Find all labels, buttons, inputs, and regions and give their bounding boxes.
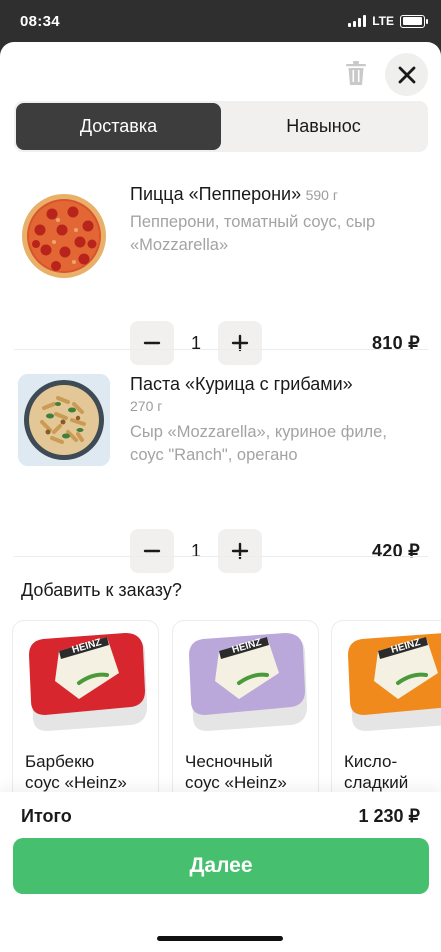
close-button[interactable]: [385, 53, 428, 96]
pepperoni-pizza-image[interactable]: [18, 190, 110, 282]
status-bar: 08:34 LTE: [0, 0, 441, 44]
total-label: Итого: [21, 806, 72, 826]
item-description: Сыр «Mozzarella», куриное филе, соус "Ra…: [130, 423, 387, 464]
quantity-value: 1: [190, 540, 201, 561]
chicken-mushroom-pasta-image[interactable]: [18, 374, 110, 466]
decrease-button[interactable]: [130, 321, 174, 365]
upsell-card[interactable]: HEINZ Чесночный соус «Heinz»: [172, 620, 319, 810]
increase-button[interactable]: [218, 321, 262, 365]
signal-icon: [348, 15, 367, 27]
item-name: Пицца «Пепперони»: [130, 184, 302, 204]
minus-icon: [143, 549, 161, 553]
upsell-item-name: Барбекю соус «Heinz»: [25, 752, 127, 792]
quantity-stepper: 1 810 ₽: [130, 321, 420, 365]
quantity-value: 1: [190, 332, 201, 353]
trash-icon[interactable]: [344, 60, 368, 86]
upsell-card[interactable]: HEINZ Кисло- сладкий «Heinz»: [331, 620, 441, 810]
status-icons: LTE: [348, 14, 428, 28]
close-icon: [398, 66, 415, 83]
sauce-package-image: HEINZ: [29, 633, 147, 731]
item-description: Пепперони, томатный соус, сыр «Mozzarell…: [130, 213, 376, 254]
increase-button[interactable]: [218, 529, 262, 573]
item-weight: 590 г: [305, 187, 338, 203]
sauce-package-image: HEINZ: [189, 633, 307, 731]
total-value: 1 230 ₽: [358, 806, 421, 826]
status-time: 08:34: [20, 13, 60, 30]
upsell-carousel[interactable]: HEINZ Барбекю соус «Heinz» HEINZ Чесночн…: [12, 620, 441, 810]
quantity-stepper: 1 420 ₽: [130, 529, 420, 573]
upsell-title: Добавить к заказу?: [21, 580, 182, 600]
tab-pickup[interactable]: Навынос: [221, 103, 426, 150]
upsell-card[interactable]: HEINZ Барбекю соус «Heinz»: [12, 620, 159, 810]
upsell-item-name: Чесночный соус «Heinz»: [185, 752, 287, 792]
item-price: 810 ₽: [372, 332, 420, 353]
item-info: Паста «Курица с грибами» 270 г Сыр «Mozz…: [130, 372, 420, 467]
battery-icon: [400, 14, 428, 28]
next-button[interactable]: Далее: [13, 838, 429, 894]
battery-fill: [402, 17, 422, 25]
divider: [14, 556, 428, 557]
divider: [14, 349, 428, 350]
item-name: Паста «Курица с грибами»: [130, 374, 353, 394]
home-indicator: [157, 936, 283, 941]
decrease-button[interactable]: [130, 529, 174, 573]
network-label: LTE: [372, 14, 394, 28]
item-weight: 270 г: [130, 398, 163, 414]
checkout-footer: Итого 1 230 ₽ Далее: [0, 792, 441, 952]
item-info: Пицца «Пепперони» 590 г Пепперони, томат…: [130, 182, 420, 257]
plus-icon: [231, 542, 249, 560]
sauce-package-image: HEINZ: [348, 633, 441, 731]
delivery-mode-switch: Доставка Навынос: [14, 101, 428, 152]
total-row: Итого 1 230 ₽: [21, 806, 420, 827]
cart-sheet: Доставка Навынос Пицца «Пепперони» 590 г…: [0, 42, 441, 952]
tab-delivery[interactable]: Доставка: [16, 103, 221, 150]
item-price: 420 ₽: [372, 540, 420, 561]
